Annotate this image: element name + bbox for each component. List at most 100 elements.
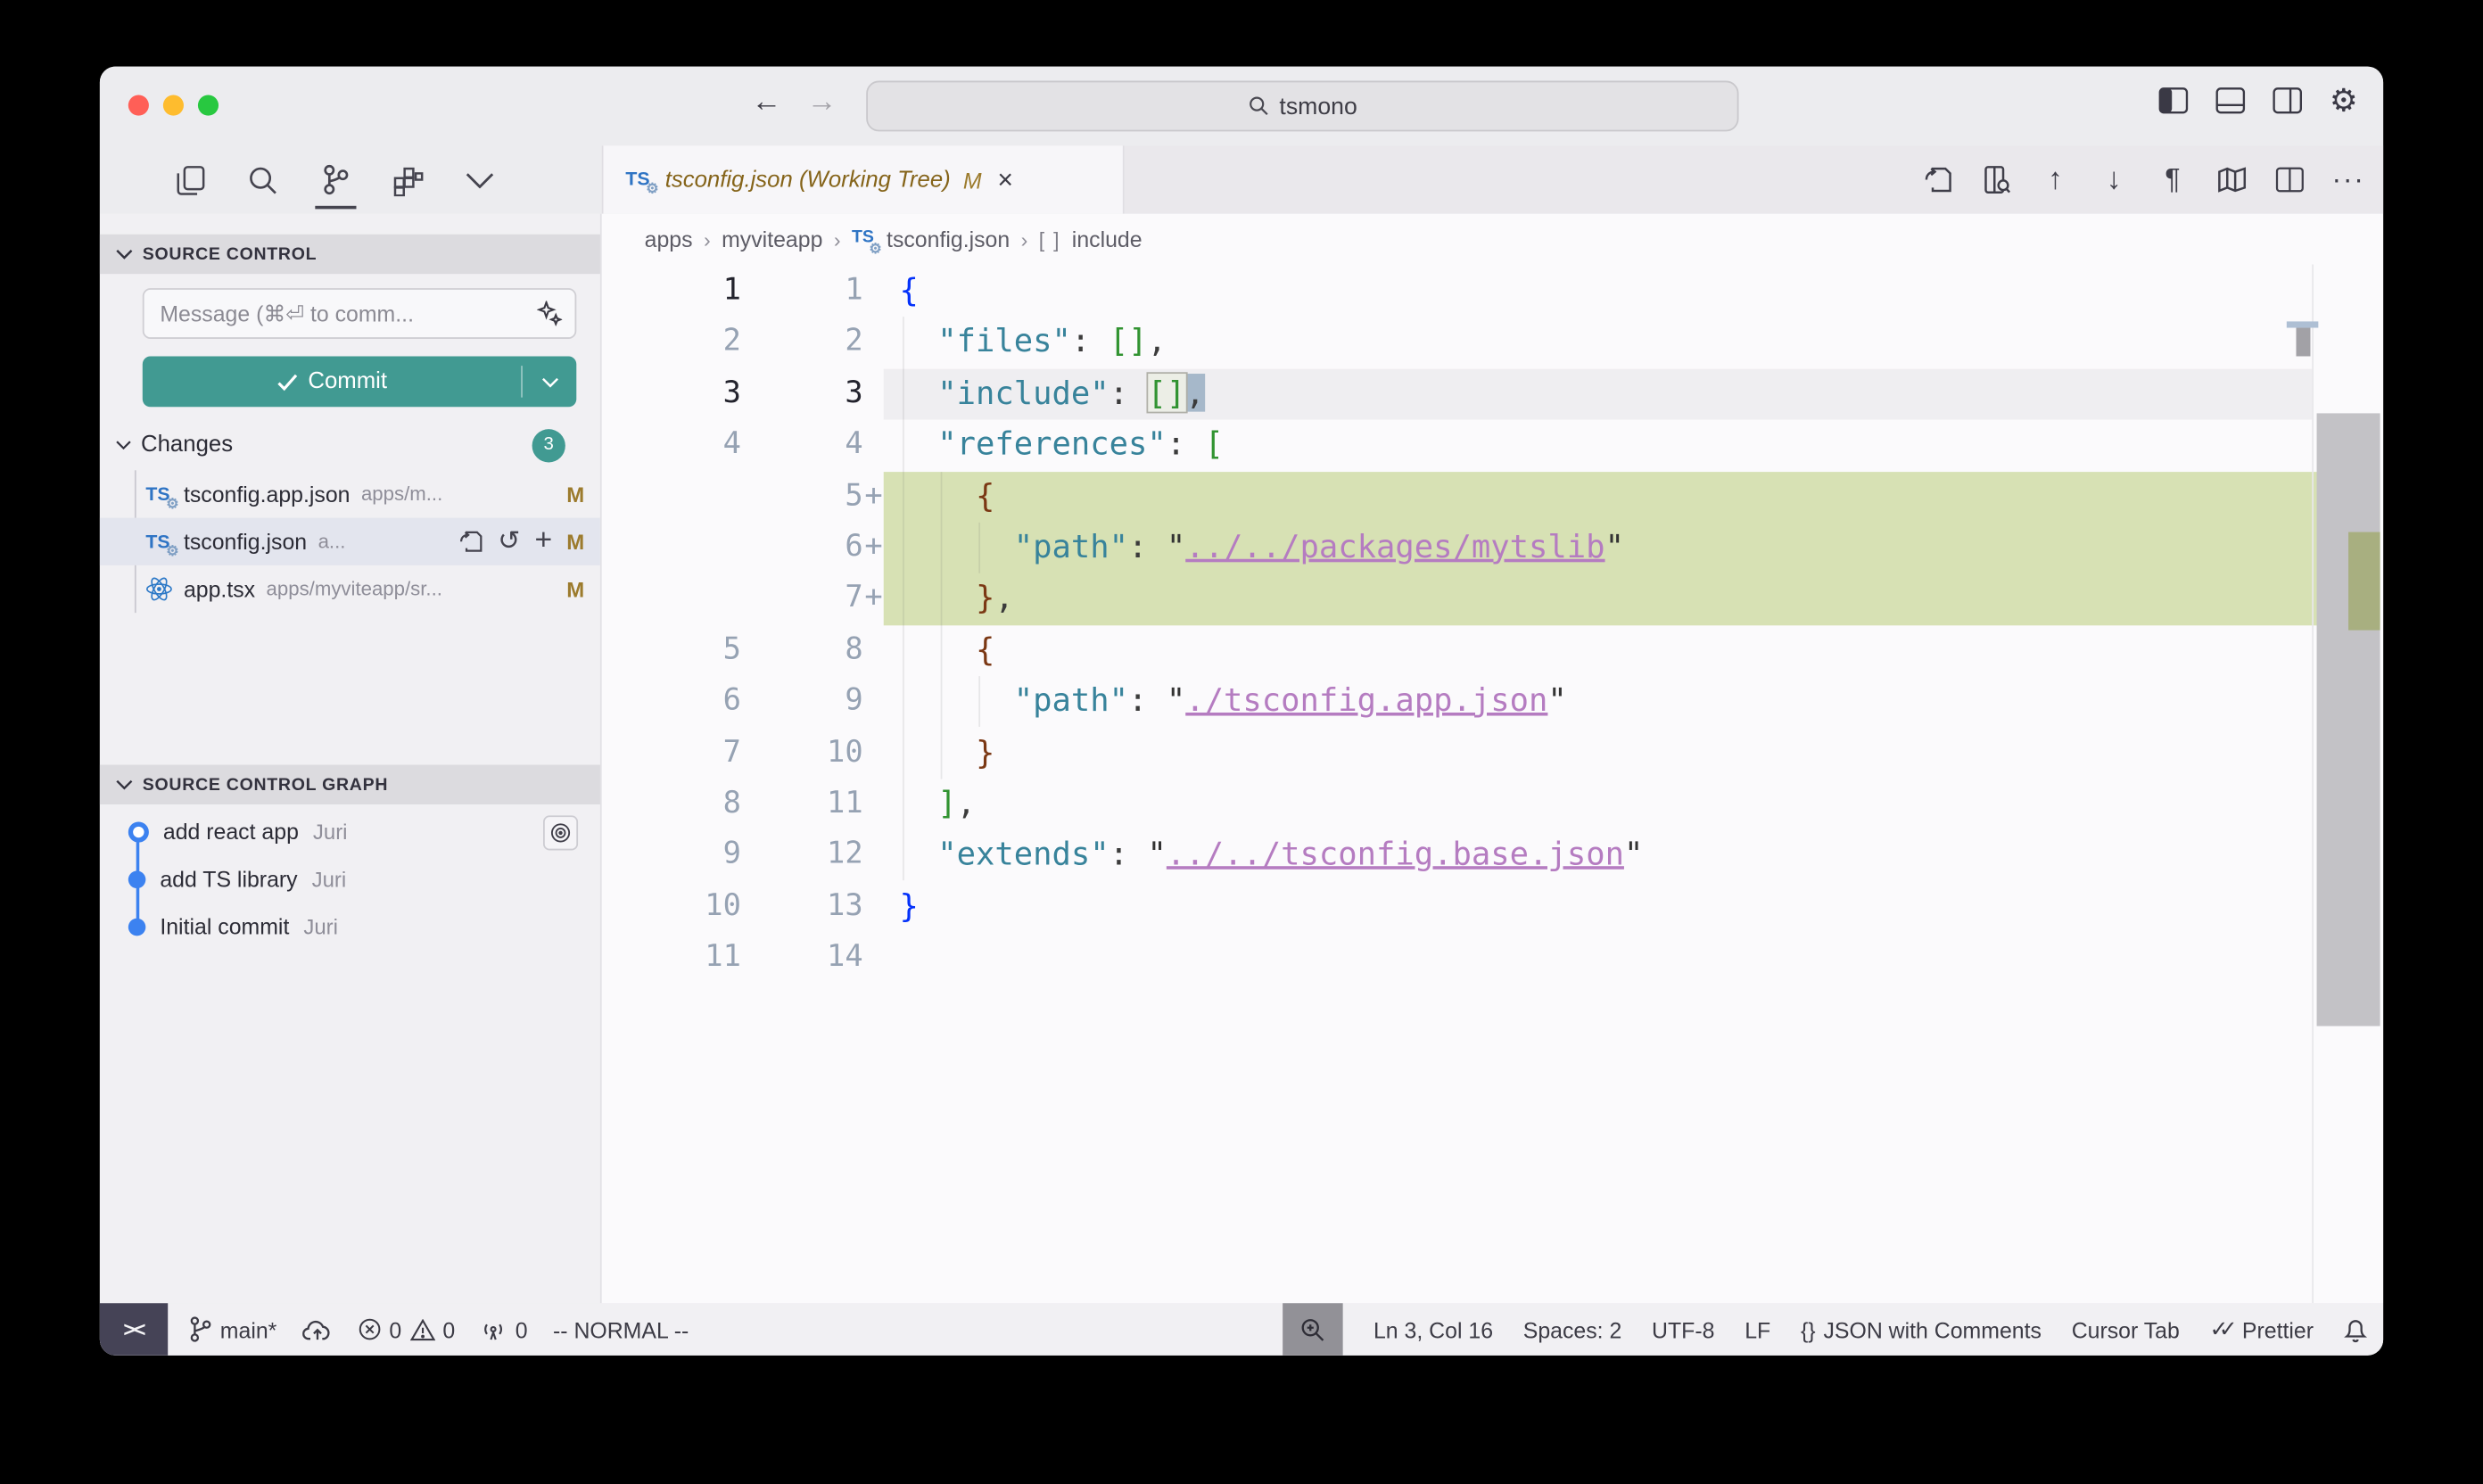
tab-strip: TS⚙ tsconfig.json (Working Tree) M × ↑ ↓… [602,145,2383,213]
forward-icon[interactable]: → [801,86,842,120]
cursor-position-item[interactable]: Ln 3, Col 16 [1373,1316,1493,1341]
old-line-number: 6 [602,675,741,727]
code-line[interactable]: 33 "include": [], [602,367,2383,419]
formatter-item[interactable]: ✓✓ Prettier [2210,1315,2314,1342]
publish-status-item[interactable] [302,1318,333,1340]
commit-row[interactable]: add react appJuri [100,808,600,855]
command-center-search[interactable]: tsmono [866,81,1738,132]
next-change-icon[interactable]: ↓ [2099,162,2131,197]
breadcrumb-item[interactable]: apps [645,227,693,251]
double-check-icon: ✓✓ [2210,1315,2228,1342]
search-view-icon[interactable] [247,145,279,213]
open-file-icon[interactable] [460,529,484,554]
tab-completion-item[interactable]: Cursor Tab [2072,1316,2180,1341]
status-bar: >< main* 0 0 0 -- NORMAL -- [100,1303,2383,1356]
modified-badge: M [566,530,584,554]
new-line-number: 13 [741,880,863,932]
commit-dropdown-chevron-icon[interactable] [523,376,576,387]
vim-mode-indicator[interactable]: -- NORMAL -- [553,1316,689,1341]
remote-indicator[interactable]: >< [100,1303,168,1356]
changed-file-row[interactable]: TS⚙tsconfig.app.jsonapps/m...M [100,470,600,517]
sparkle-icon[interactable] [537,301,562,326]
breadcrumb-item[interactable]: tsconfig.json [887,227,1010,251]
new-line-number: 5 [741,470,863,522]
previous-change-icon[interactable]: ↑ [2040,162,2072,197]
toggle-primary-sidebar-icon[interactable] [2155,82,2190,117]
screen: ← → tsmono ⚙ [0,0,2483,1484]
explorer-icon[interactable] [176,145,206,213]
bell-icon [2344,1316,2368,1341]
stage-changes-icon[interactable]: + [534,524,552,559]
changed-file-row[interactable]: app.tsxapps/myviteapp/sr...M [100,565,600,613]
tab-tsconfig-working-tree[interactable]: TS⚙ tsconfig.json (Working Tree) M × [602,145,1125,213]
code-area[interactable]: 11{22 "files": [],33 "include": [],44 "r… [602,265,2383,1304]
open-changes-icon[interactable] [1922,165,1954,195]
inline-view-icon[interactable] [1981,165,2013,195]
discard-changes-icon[interactable]: ↺ [498,525,520,557]
changed-file-row[interactable]: TS⚙tsconfig.jsona...↺+M [100,518,600,565]
zoom-window-button[interactable] [198,95,219,116]
code-line[interactable]: 11{ [602,265,2383,317]
minimize-window-button[interactable] [163,95,184,116]
language-mode-item[interactable]: {} JSON with Comments [1801,1316,2042,1341]
ports-status-item[interactable]: 0 [481,1316,528,1341]
commit-row[interactable]: Initial commitJuri [100,903,600,950]
back-icon[interactable]: ← [746,86,787,120]
zoom-in-icon [1300,1316,1325,1341]
indentation-item[interactable]: Spaces: 2 [1523,1316,1622,1341]
code-line[interactable]: 58 { [602,623,2383,675]
extensions-view-icon[interactable] [392,145,425,213]
code-line[interactable]: 1114 [602,931,2383,983]
old-line-number: 5 [602,623,741,675]
vertical-scrollbar[interactable] [2317,413,2380,1026]
overview-added-marker [2348,532,2380,631]
source-control-header[interactable]: SOURCE CONTROL [100,235,600,274]
tab-close-icon[interactable]: × [997,164,1013,196]
toggle-secondary-sidebar-icon[interactable] [2269,82,2304,117]
new-line-number: 12 [741,829,863,880]
tab-modified-badge: M [963,167,982,192]
breadcrumb-item[interactable]: myviteapp [722,227,822,251]
toggle-panel-icon[interactable] [2212,82,2247,117]
array-symbol-icon: [ ] [1039,227,1061,251]
goto-current-history-item-button[interactable] [543,815,578,850]
problems-status-item[interactable]: 0 0 [358,1316,455,1341]
source-control-graph-header[interactable]: SOURCE CONTROL GRAPH [100,765,600,804]
commit-message-input[interactable]: Message (⌘⏎ to comm... [143,288,576,339]
encoding-item[interactable]: UTF-8 [1652,1316,1714,1341]
commit-button[interactable]: Commit [143,356,576,407]
code-line[interactable]: 6+ "path": "../../packages/mytslib" [602,521,2383,573]
screencast-zoom-indicator[interactable] [1283,1303,1343,1356]
map-icon[interactable] [2215,166,2248,193]
code-line[interactable]: 811 ], [602,778,2383,829]
changes-file-list: TS⚙tsconfig.app.jsonapps/m...MTS⚙tsconfi… [100,470,600,613]
notifications-item[interactable] [2344,1316,2368,1341]
whitespace-icon[interactable]: ¶ [2157,163,2189,196]
code-line[interactable]: 44 "references": [ [602,418,2383,470]
code-line[interactable]: 22 "files": [], [602,316,2383,367]
chevron-right-icon: › [834,227,841,251]
branch-status-item[interactable]: main* [188,1315,276,1342]
close-window-button[interactable] [128,95,149,116]
code-line[interactable]: 5+ { [602,470,2383,522]
more-views-chevron-icon[interactable] [466,145,494,213]
source-control-view-icon[interactable] [320,145,352,213]
commit-row[interactable]: add TS libraryJuri [100,855,600,903]
eol-item[interactable]: LF [1745,1316,1770,1341]
split-editor-icon[interactable] [2274,166,2306,193]
changes-section-header[interactable]: Changes 3 [100,423,600,467]
gear-icon[interactable]: ⚙ [2326,82,2361,117]
old-line-number [602,573,741,624]
code-line[interactable]: 710 } [602,726,2383,778]
new-line-number: 6 [741,521,863,573]
search-icon [1248,95,1270,118]
code-line[interactable]: 912 "extends": "../../tsconfig.base.json… [602,829,2383,880]
more-actions-icon[interactable]: ··· [2332,163,2364,196]
tab-label: tsconfig.json (Working Tree) [665,167,951,192]
code-line[interactable]: 7+ }, [602,573,2383,624]
code-line[interactable]: 1013} [602,880,2383,932]
breadcrumb-item[interactable]: include [1072,227,1143,251]
code-line[interactable]: 69 "path": "./tsconfig.app.json" [602,675,2383,727]
added-line-plus: + [864,470,882,522]
new-line-number: 4 [741,418,863,470]
